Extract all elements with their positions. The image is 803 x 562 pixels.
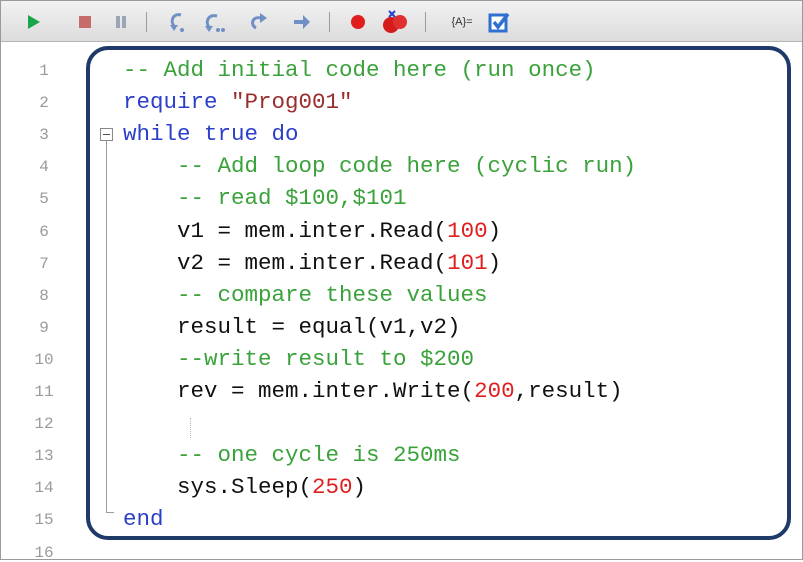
line-number: 12 — [34, 415, 54, 434]
step-back-button[interactable] — [245, 9, 271, 35]
line-number: 2 — [39, 94, 49, 113]
toolbar-separator — [329, 12, 330, 32]
line-number: 7 — [39, 254, 49, 273]
line-number: 15 — [34, 511, 54, 530]
line-number: 10 — [34, 350, 54, 369]
line-number: 5 — [39, 190, 49, 209]
line-number: 8 — [39, 286, 49, 305]
pause-icon — [116, 16, 126, 28]
step-out-icon — [294, 15, 310, 29]
breakpoint-button[interactable] — [347, 9, 369, 35]
watch-variables-button[interactable]: {A}= — [439, 9, 485, 35]
check-syntax-button[interactable] — [485, 9, 513, 35]
line-number: 11 — [34, 383, 54, 401]
run-icon — [28, 15, 40, 29]
clear-breakpoints-button[interactable] — [379, 9, 413, 35]
toolbar-separator — [425, 12, 426, 32]
debug-toolbar: {A}= — [1, 1, 802, 42]
line-number: 14 — [34, 479, 54, 498]
step-over-button[interactable] — [201, 9, 227, 35]
step-back-icon — [251, 13, 267, 30]
toolbar-separator — [146, 12, 147, 32]
step-over-icon — [205, 14, 225, 32]
run-button[interactable] — [23, 9, 45, 35]
line-number: 16 — [34, 543, 54, 562]
breakpoint-icon — [351, 15, 365, 29]
stop-button[interactable] — [75, 9, 95, 35]
clear-breakpoints-icon — [383, 10, 407, 33]
line-number: 1 — [39, 62, 49, 80]
highlight-box — [86, 46, 791, 540]
checkbox-check-icon — [488, 12, 510, 33]
stop-icon — [79, 16, 91, 28]
line-number: 3 — [39, 126, 49, 145]
line-number: 9 — [39, 318, 49, 337]
step-into-button[interactable] — [165, 9, 189, 35]
line-number: 4 — [39, 158, 49, 177]
line-number: 6 — [39, 222, 49, 241]
line-number: 13 — [34, 447, 54, 466]
watch-label: {A}= — [451, 16, 473, 28]
step-into-icon — [170, 13, 184, 32]
pause-button[interactable] — [111, 9, 131, 35]
step-out-button[interactable] — [291, 9, 313, 35]
